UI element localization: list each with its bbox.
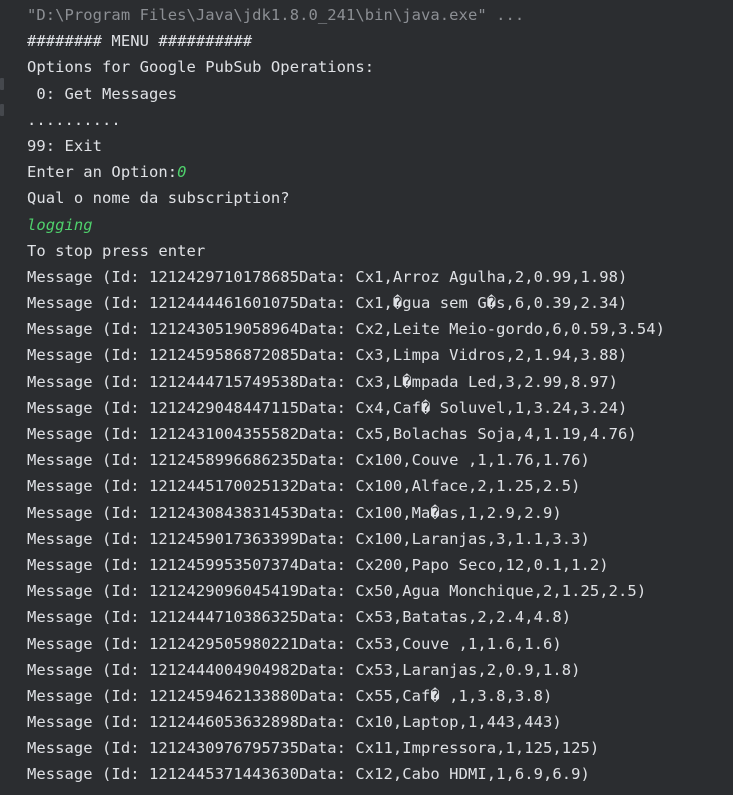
message-line: Message (Id: 1212444710386325Data: Cx53,… (27, 608, 572, 627)
console-gutter (0, 0, 14, 795)
message-line: Message (Id: 1212459586872085Data: Cx3,L… (27, 346, 628, 365)
message-line: Message (Id: 1212430976795735Data: Cx11,… (27, 739, 600, 758)
message-line: Message (Id: 1212429096045419Data: Cx50,… (27, 582, 647, 601)
run-console[interactable]: "D:\Program Files\Java\jdk1.8.0_241\bin\… (0, 0, 733, 795)
message-line: Message (Id: 1212444004904982Data: Cx53,… (27, 660, 581, 679)
stop-hint: To stop press enter (27, 241, 206, 260)
message-line: Message (Id: 1212458996686235Data: Cx100… (27, 451, 590, 470)
enter-option-prompt: Enter an Option: (27, 163, 178, 182)
menu-header: ######## MENU ########## (27, 32, 253, 51)
subscription-prompt: Qual o nome da subscription? (27, 189, 290, 208)
message-line: Message (Id: 1212430519058964Data: Cx2,L… (27, 320, 665, 339)
message-line: Message (Id: 1212445371443630Data: Cx12,… (27, 765, 590, 784)
options-title: Options for Google PubSub Operations: (27, 58, 375, 77)
enter-option-input: 0 (177, 163, 187, 182)
message-line: Message (Id: 1212459953507374Data: Cx200… (27, 555, 609, 574)
message-line: Message (Id: 1212444715749538Data: Cx3,L… (27, 372, 619, 391)
message-line: Message (Id: 1212429048447115Data: Cx4,C… (27, 398, 628, 417)
gutter-marker (0, 104, 4, 116)
message-line: Message (Id: 1212431004355582Data: Cx5,B… (27, 425, 637, 443)
console-output[interactable]: "D:\Program Files\Java\jdk1.8.0_241\bin\… (27, 2, 733, 788)
message-line: Message (Id: 1212429505980221Data: Cx53,… (27, 634, 562, 653)
message-line: Message (Id: 1212459462133880Data: Cx55,… (27, 686, 553, 705)
message-line: Message (Id: 1212429710178685Data: Cx1,A… (27, 267, 628, 286)
menu-dots: .......... (27, 110, 121, 129)
subscription-input: logging (27, 215, 93, 234)
option-get-messages: 0: Get Messages (27, 84, 178, 103)
message-line: Message (Id: 1212430843831453Data: Cx100… (27, 503, 562, 522)
message-line: Message (Id: 1212445170025132Data: Cx100… (27, 477, 581, 496)
message-line: Message (Id: 1212446053632898Data: Cx10,… (27, 713, 562, 732)
command-line: "D:\Program Files\Java\jdk1.8.0_241\bin\… (27, 6, 525, 24)
option-exit: 99: Exit (27, 136, 103, 155)
gutter-marker (0, 78, 4, 90)
message-line: Message (Id: 1212444461601075Data: Cx1,�… (27, 294, 628, 313)
message-line: Message (Id: 1212459017363399Data: Cx100… (27, 529, 590, 548)
enter-option-line: Enter an Option:0 (27, 159, 733, 185)
